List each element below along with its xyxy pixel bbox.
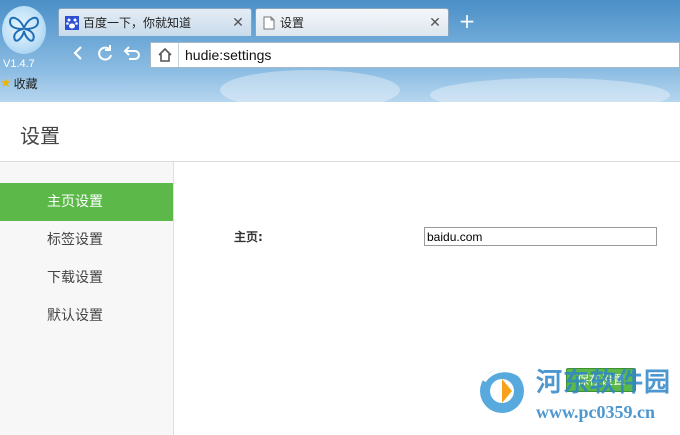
address-text[interactable]: hudie:settings <box>179 47 271 63</box>
home-button[interactable] <box>151 43 179 67</box>
watermark-title: 河东软件园 <box>536 368 672 398</box>
sky-cloud <box>430 78 670 102</box>
close-icon[interactable]: ✕ <box>231 15 245 31</box>
tab-title: 设置 <box>280 16 305 30</box>
homepage-input[interactable] <box>424 227 657 246</box>
tab-baidu[interactable]: 百度一下，你就知道 ✕ <box>58 8 252 36</box>
page-icon <box>263 16 275 29</box>
sidebar-item-homepage[interactable]: 主页设置 <box>0 183 173 221</box>
homepage-label: 主页: <box>234 230 263 244</box>
new-tab-button[interactable]: + <box>455 10 479 34</box>
back-icon[interactable] <box>68 42 90 64</box>
home-icon <box>157 47 172 62</box>
version-label: V1.4.7 <box>3 58 35 70</box>
undo-icon[interactable] <box>121 42 143 64</box>
refresh-icon[interactable] <box>94 42 116 64</box>
sidebar-item-tabs[interactable]: 标签设置 <box>0 221 173 259</box>
page-title: 设置 <box>20 124 60 148</box>
watermark-url: www.pc0359.cn <box>536 402 656 422</box>
sidebar-item-download[interactable]: 下载设置 <box>0 259 173 297</box>
tab-settings[interactable]: 设置 ✕ <box>255 8 449 36</box>
tab-title: 百度一下，你就知道 <box>83 16 192 30</box>
settings-sidebar: 主页设置 标签设置 下载设置 默认设置 <box>0 162 174 435</box>
favorites-label: 收藏 <box>13 77 38 91</box>
watermark-logo-icon <box>480 368 526 413</box>
browser-chrome: V1.4.7 ★ 收藏 百度一下，你就知道 ✕ 设置 ✕ + hudie:set… <box>0 0 680 102</box>
close-icon[interactable]: ✕ <box>428 15 442 31</box>
sky-cloud <box>220 70 400 102</box>
sidebar-item-default[interactable]: 默认设置 <box>0 297 173 335</box>
favorites-button[interactable]: ★ 收藏 <box>0 75 38 92</box>
star-icon: ★ <box>0 76 12 91</box>
butterfly-logo-icon[interactable] <box>2 6 46 54</box>
address-bar[interactable]: hudie:settings <box>150 42 680 68</box>
baidu-paw-icon <box>65 15 79 30</box>
